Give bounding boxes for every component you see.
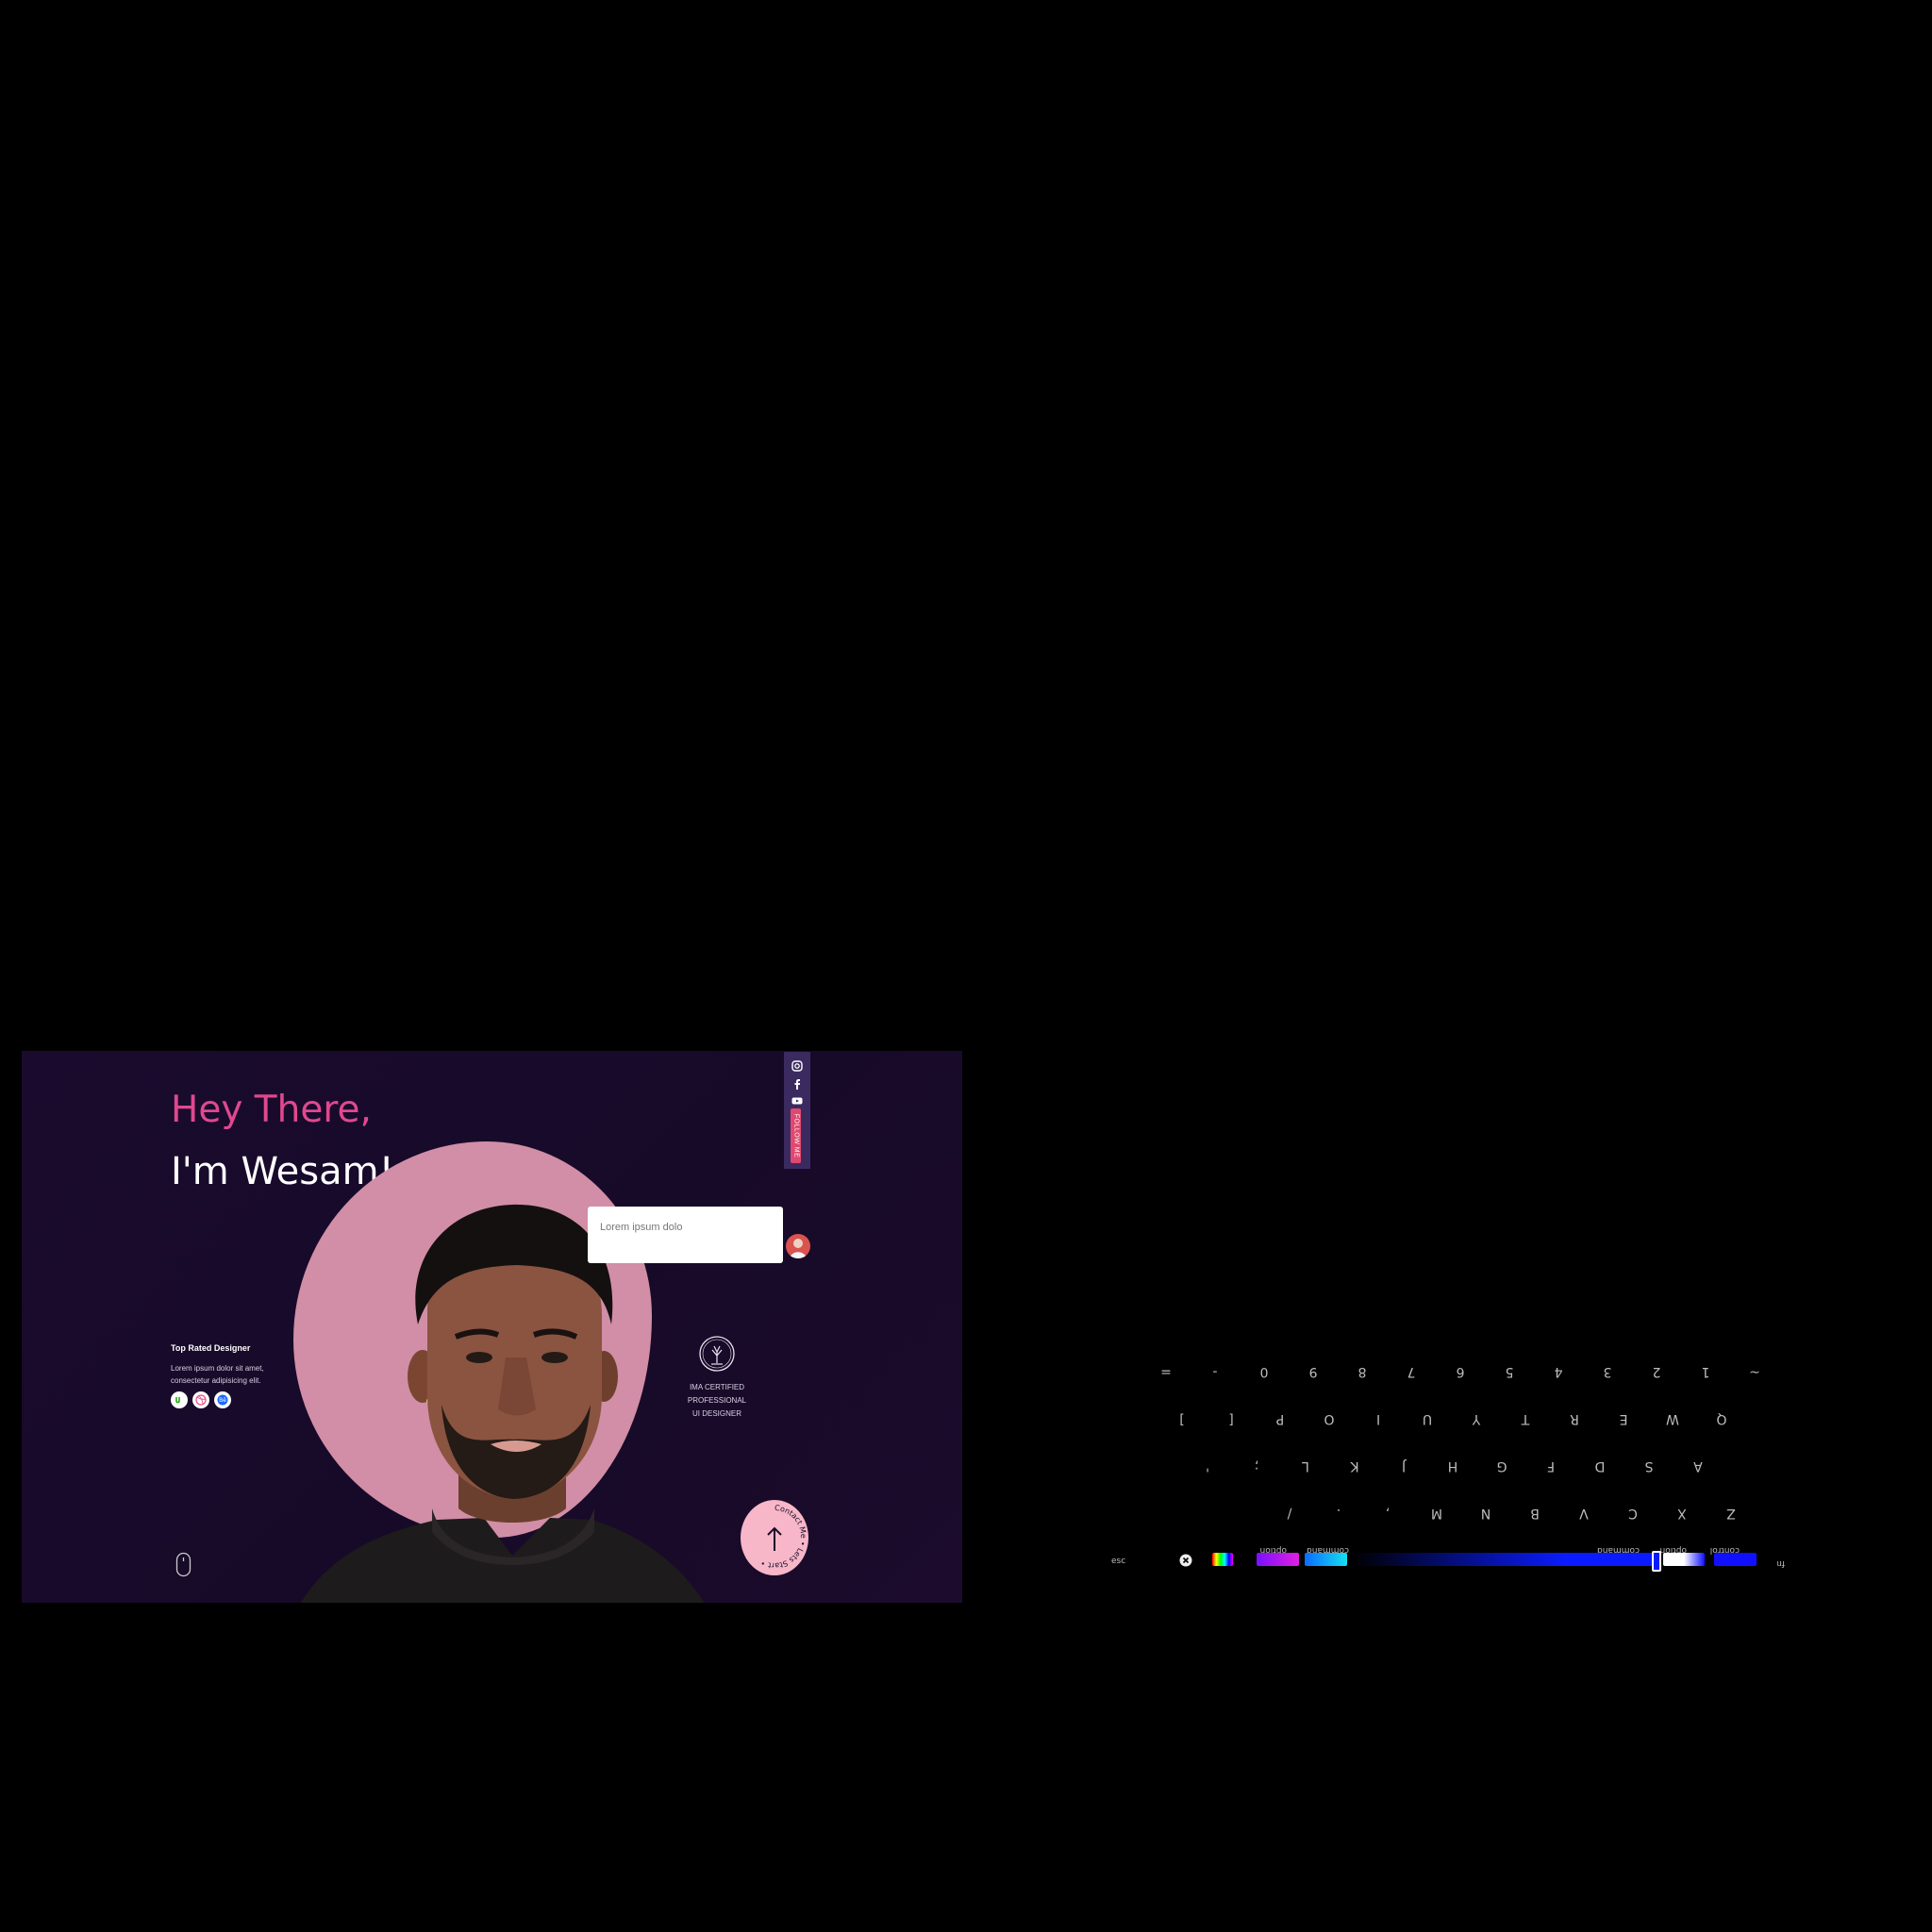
behance-icon[interactable]: Bē	[214, 1391, 231, 1408]
scroll-mouse-icon	[175, 1552, 192, 1577]
key[interactable]: K	[1336, 1458, 1374, 1474]
svg-text:Bē: Bē	[219, 1397, 226, 1404]
key[interactable]: ~	[1736, 1364, 1774, 1379]
key[interactable]: Q	[1703, 1411, 1740, 1426]
follow-me-text: FOLLOW ME	[792, 1113, 799, 1158]
key[interactable]: R	[1556, 1411, 1593, 1426]
blue-gradient-slider[interactable]	[1351, 1553, 1660, 1566]
key[interactable]: 5	[1491, 1364, 1528, 1379]
key[interactable]: 0	[1245, 1364, 1283, 1379]
white-blue-swatch[interactable]	[1663, 1553, 1705, 1566]
key[interactable]: ]	[1163, 1411, 1201, 1426]
key[interactable]: J	[1385, 1458, 1423, 1474]
keyboard-keys: fn control option command command option…	[1104, 1313, 1792, 1577]
key[interactable]: V	[1565, 1506, 1603, 1521]
key[interactable]: O	[1310, 1411, 1348, 1426]
key[interactable]: 6	[1441, 1364, 1479, 1379]
key[interactable]: T	[1507, 1411, 1544, 1426]
key[interactable]: ,	[1369, 1506, 1407, 1521]
key[interactable]: 4	[1540, 1364, 1577, 1379]
key[interactable]: Y	[1457, 1411, 1495, 1426]
key[interactable]: 2	[1638, 1364, 1675, 1379]
key[interactable]: P	[1261, 1411, 1299, 1426]
contact-me-button[interactable]: Contact Me • Lets Start •	[740, 1500, 809, 1575]
facebook-icon[interactable]	[791, 1078, 803, 1090]
key[interactable]: 7	[1392, 1364, 1430, 1379]
hero-greeting: Hey There,	[171, 1089, 372, 1131]
certificate-tree-icon	[699, 1336, 735, 1372]
key[interactable]: =	[1147, 1364, 1185, 1379]
portfolio-hero: Hey There, I'm Wesam! Lorem ipsum dolo F…	[22, 1051, 962, 1603]
key[interactable]: C	[1614, 1506, 1652, 1521]
key[interactable]: B	[1516, 1506, 1554, 1521]
cert-line-2: PROFESSIONAL	[687, 1396, 747, 1405]
key[interactable]: 3	[1589, 1364, 1626, 1379]
key[interactable]: G	[1483, 1458, 1521, 1474]
keyboard-overlay: fn control option command command option…	[1104, 1313, 1792, 1577]
platform-icons: Bē	[171, 1391, 231, 1408]
key[interactable]: -	[1196, 1364, 1234, 1379]
close-icon[interactable]	[1179, 1554, 1192, 1567]
cert-line-1: IMA CERTIFIED	[689, 1383, 745, 1391]
key[interactable]: H	[1434, 1458, 1472, 1474]
cert-line-3: UI DESIGNER	[691, 1409, 741, 1418]
avatar[interactable]	[786, 1234, 810, 1258]
magenta-swatch[interactable]	[1257, 1553, 1299, 1566]
esc-key[interactable]: esc	[1111, 1557, 1125, 1566]
top-rated-description: Lorem ipsum dolor sit amet, consectetur …	[171, 1364, 264, 1385]
slider-handle[interactable]	[1652, 1551, 1661, 1572]
blue-swatch[interactable]	[1714, 1553, 1757, 1566]
key[interactable]: 1	[1687, 1364, 1724, 1379]
key[interactable]: Z	[1712, 1506, 1750, 1521]
key[interactable]: 8	[1343, 1364, 1381, 1379]
key[interactable]: W	[1654, 1411, 1691, 1426]
key[interactable]: A	[1679, 1458, 1717, 1474]
cyan-swatch[interactable]	[1305, 1553, 1347, 1566]
dribbble-icon[interactable]	[192, 1391, 209, 1408]
color-spectrum-swatch[interactable]	[1212, 1553, 1233, 1566]
key[interactable]: U	[1408, 1411, 1446, 1426]
key[interactable]: N	[1467, 1506, 1505, 1521]
chat-bubble-text: Lorem ipsum dolo	[600, 1222, 683, 1233]
follow-me-label: FOLLOW ME	[791, 1108, 801, 1163]
follow-sidebar: FOLLOW ME	[784, 1052, 810, 1169]
top-rated-title: Top Rated Designer	[171, 1343, 251, 1353]
key[interactable]: F	[1532, 1458, 1570, 1474]
fn-key[interactable]: fn	[1776, 1558, 1785, 1568]
key[interactable]: [	[1212, 1411, 1250, 1426]
key[interactable]: I	[1359, 1411, 1397, 1426]
youtube-icon[interactable]	[791, 1095, 803, 1107]
upwork-icon[interactable]	[171, 1391, 188, 1408]
key[interactable]: S	[1630, 1458, 1668, 1474]
key[interactable]: .	[1320, 1506, 1357, 1521]
key[interactable]: 9	[1294, 1364, 1332, 1379]
key[interactable]: '	[1189, 1458, 1226, 1474]
instagram-icon[interactable]	[791, 1060, 803, 1072]
key[interactable]: ;	[1238, 1458, 1275, 1474]
certification-text: IMA CERTIFIED PROFESSIONAL UI DESIGNER	[673, 1381, 761, 1421]
key[interactable]: /	[1271, 1506, 1308, 1521]
key[interactable]: E	[1605, 1411, 1642, 1426]
key[interactable]: X	[1663, 1506, 1701, 1521]
chat-bubble[interactable]: Lorem ipsum dolo	[588, 1207, 783, 1263]
key[interactable]: L	[1287, 1458, 1324, 1474]
key[interactable]: D	[1581, 1458, 1619, 1474]
key[interactable]: M	[1418, 1506, 1456, 1521]
